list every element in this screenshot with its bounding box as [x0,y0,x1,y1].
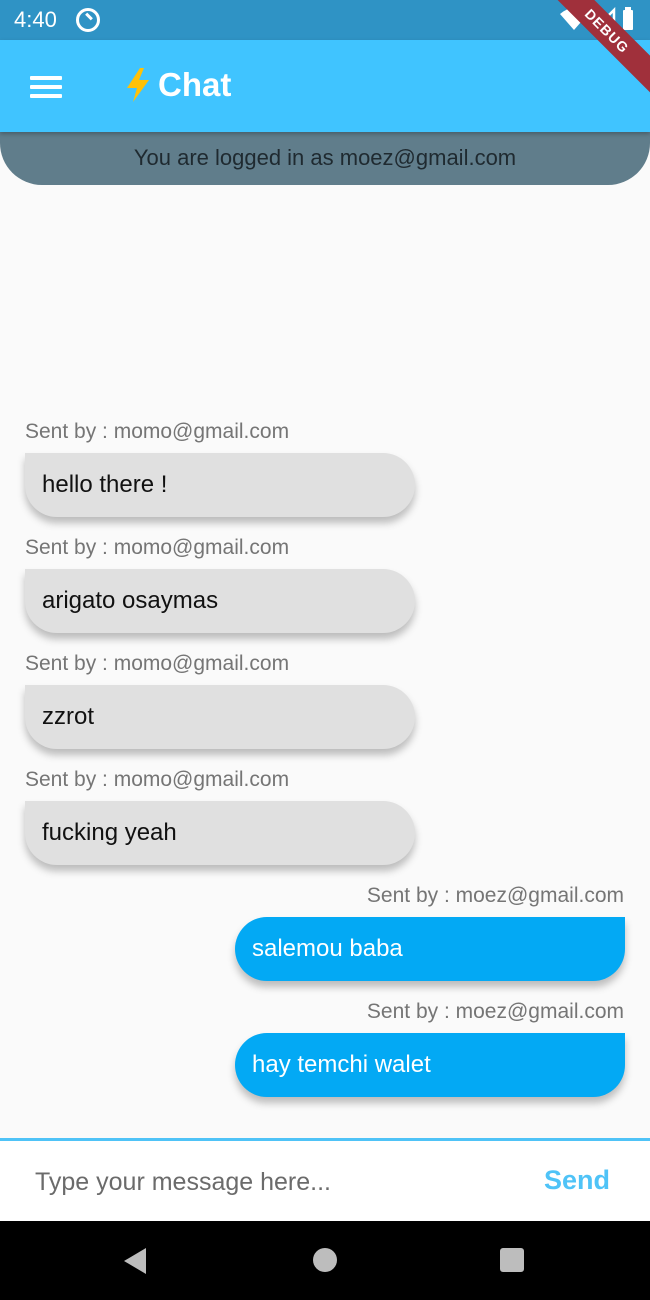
status-bar: 4:40 [0,0,650,40]
message-item: Sent by : momo@gmail.com fucking yeah [0,758,650,874]
message-item: Sent by : momo@gmail.com hello there ! [0,410,650,526]
message-sender: Sent by : moez@gmail.com [366,1000,624,1023]
message-list[interactable]: Sent by : momo@gmail.com hello there ! S… [0,410,650,1106]
received-message-bubble: zzrot [25,685,415,749]
battery-icon [623,10,633,30]
message-sender: Sent by : momo@gmail.com [25,536,290,559]
message-item: Sent by : moez@gmail.com hay temchi wale… [0,990,650,1106]
message-item: Sent by : momo@gmail.com zzrot [0,642,650,758]
send-button[interactable]: Send [544,1165,610,1196]
app-bar: Chat [0,40,650,132]
hamburger-menu-icon[interactable] [30,76,62,98]
received-message-bubble: arigato osaymas [25,569,415,633]
message-input[interactable] [33,1161,497,1203]
sent-message-bubble: salemou baba [235,917,625,981]
app-title-text: Chat [158,66,232,103]
message-item: Sent by : momo@gmail.com arigato osaymas [0,526,650,642]
message-sender: Sent by : momo@gmail.com [25,768,290,791]
received-message-bubble: hello there ! [25,453,415,517]
home-icon[interactable] [312,1247,338,1273]
back-icon[interactable] [122,1247,148,1275]
message-sender: Sent by : momo@gmail.com [25,652,290,675]
message-item: Sent by : moez@gmail.com salemou baba [0,874,650,990]
system-nav-bar [0,1221,650,1300]
lightning-bolt-icon [127,68,149,102]
sync-icon [76,8,100,32]
message-composer: Send [0,1138,650,1221]
message-sender: Sent by : moez@gmail.com [366,884,624,907]
recents-icon[interactable] [499,1247,525,1273]
message-sender: Sent by : momo@gmail.com [25,420,290,443]
login-status-banner: You are logged in as moez@gmail.com [0,132,650,185]
sent-message-bubble: hay temchi walet [235,1033,625,1097]
app-title: Chat [122,66,231,104]
status-time: 4:40 [14,7,57,32]
received-message-bubble: fucking yeah [25,801,415,865]
